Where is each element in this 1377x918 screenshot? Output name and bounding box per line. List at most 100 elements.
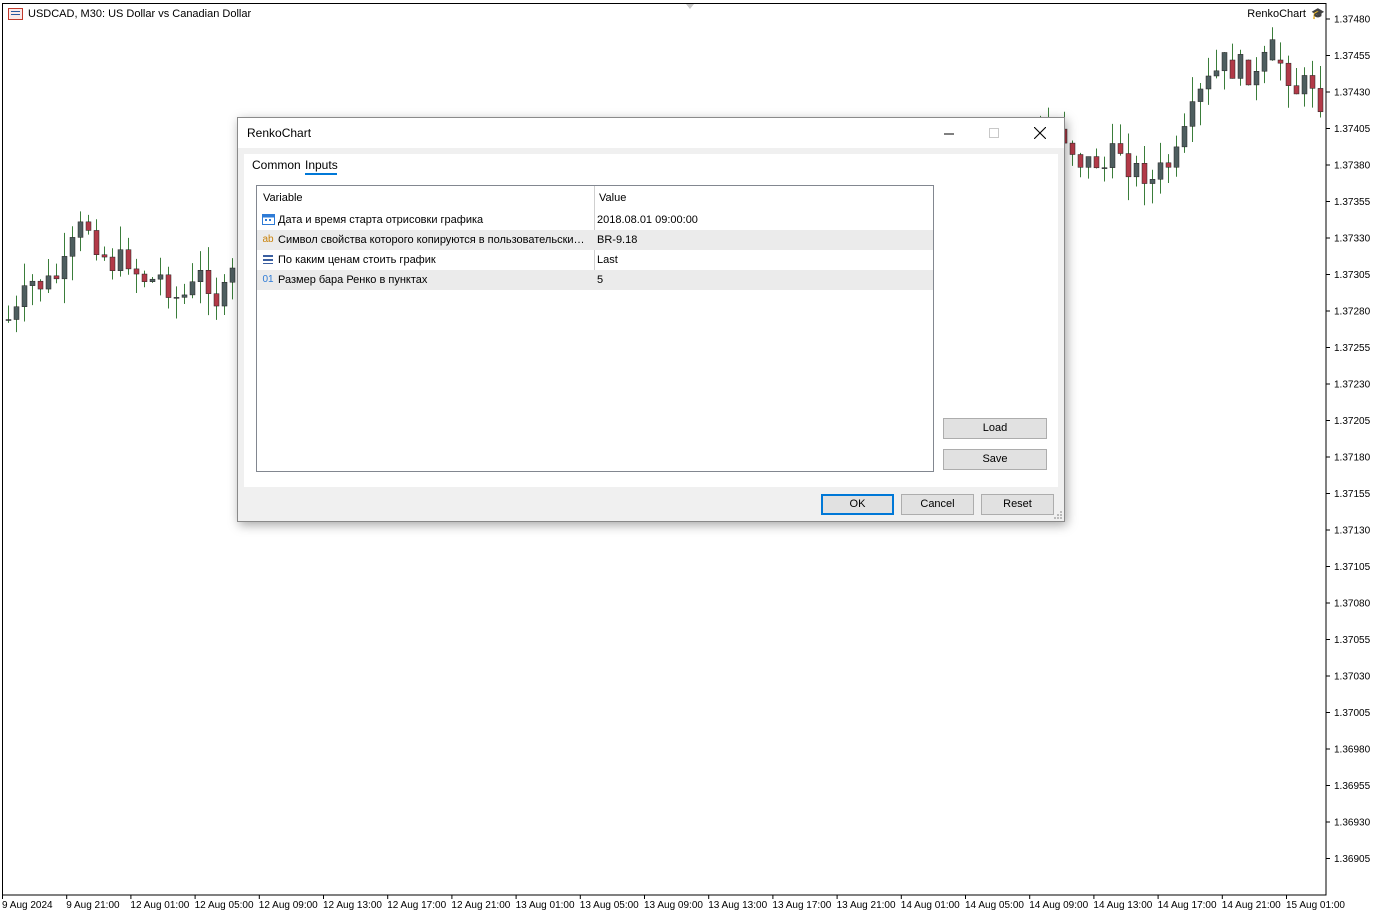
reset-button[interactable]: Reset (981, 494, 1054, 515)
resize-grip-icon[interactable] (1054, 511, 1062, 519)
candle-body (1309, 75, 1316, 89)
price-tick-label: 1.37080 (1334, 599, 1371, 610)
candle-body (165, 274, 172, 298)
candle-body (1173, 146, 1180, 168)
price-tick-label: 1.37380 (1334, 161, 1371, 172)
maximize-icon (989, 127, 999, 138)
time-tick-label: 14 Aug 01:00 (901, 900, 960, 911)
price-tick-label: 1.37330 (1334, 234, 1371, 245)
time-tick-label: 13 Aug 01:00 (516, 900, 575, 911)
candle-body (157, 274, 164, 280)
price-tick-label: 1.37205 (1334, 416, 1371, 427)
variable-cell: Дата и время старта отрисовки графика (278, 214, 484, 226)
time-tick-label: 13 Aug 13:00 (708, 900, 767, 911)
minimize-button[interactable] (927, 118, 972, 148)
candle-body (1165, 162, 1172, 168)
price-tick-label: 1.37280 (1334, 307, 1371, 318)
dialog-titlebar[interactable]: RenkoChart (238, 118, 1064, 148)
candle-body (181, 294, 188, 298)
candle-body (1085, 156, 1092, 168)
candle-body (69, 237, 76, 257)
column-header-variable[interactable]: Variable (263, 192, 303, 204)
time-tick-label: 13 Aug 17:00 (772, 900, 831, 911)
table-row[interactable]: Дата и время старта отрисовки графика 20… (257, 210, 933, 230)
candle-body (117, 249, 124, 271)
shift-marker-icon (686, 4, 694, 9)
renko-settings-dialog: RenkoChart Common Inputs Variable Value … (237, 117, 1065, 522)
integer-icon: 01 (262, 274, 274, 285)
indicator-name: RenkoChart (1247, 8, 1306, 20)
table-row[interactable]: ab Символ свойства которого копируются в… (257, 230, 933, 250)
candle-body (1277, 59, 1284, 64)
close-icon (1033, 127, 1046, 139)
value-cell[interactable]: 2018.08.01 09:00:00 (597, 214, 698, 226)
time-tick-label: 14 Aug 09:00 (1029, 900, 1088, 911)
ok-button[interactable]: OK (821, 494, 894, 515)
candle-body (173, 297, 180, 299)
save-button[interactable]: Save (943, 449, 1047, 470)
candle-body (1181, 126, 1188, 148)
dialog-title: RenkoChart (247, 126, 312, 140)
time-tick-label: 13 Aug 05:00 (580, 900, 639, 911)
time-tick-label: 14 Aug 05:00 (965, 900, 1024, 911)
price-tick-label: 1.37030 (1334, 672, 1371, 683)
time-tick-label: 14 Aug 17:00 (1158, 900, 1217, 911)
variable-cell: По каким ценам стоить график (278, 254, 436, 266)
candle-body (1197, 88, 1204, 102)
candle-body (1317, 88, 1324, 113)
candle-body (85, 221, 92, 231)
candle-body (141, 273, 148, 282)
column-header-value[interactable]: Value (599, 192, 626, 204)
graduation-cap-icon: 🎓 (1311, 8, 1325, 20)
time-tick-label: 9 Aug 21:00 (66, 900, 120, 911)
time-tick-label: 12 Aug 21:00 (451, 900, 510, 911)
time-tick-label: 13 Aug 21:00 (837, 900, 896, 911)
cancel-button[interactable]: Cancel (901, 494, 974, 515)
candle-body (133, 268, 140, 275)
candle-body (21, 285, 28, 307)
price-tick-label: 1.37255 (1334, 343, 1371, 354)
candle-body (1261, 51, 1268, 72)
candle-body (205, 269, 212, 294)
time-tick-label: 12 Aug 01:00 (130, 900, 189, 911)
maximize-button (972, 118, 1017, 148)
price-tick-label: 1.37005 (1334, 708, 1371, 719)
time-tick-label: 9 Aug 2024 (2, 900, 53, 911)
table-row[interactable]: 01 Размер бара Ренко в пунктах 5 (257, 270, 933, 290)
candle-body (29, 280, 36, 286)
value-cell[interactable]: BR-9.18 (597, 234, 637, 246)
candle-body (1301, 75, 1308, 95)
candle-body (197, 269, 204, 282)
candle-body (1157, 162, 1164, 180)
candle-body (109, 256, 116, 271)
candle-body (229, 267, 236, 283)
inputs-table[interactable]: Variable Value Дата и время старта отрис… (256, 185, 934, 472)
candle-body (1229, 59, 1236, 79)
candle-body (1269, 39, 1276, 61)
candle-body (1125, 153, 1132, 178)
candle-body (53, 275, 60, 280)
candle-body (1237, 54, 1244, 79)
string-icon: ab (262, 234, 274, 245)
table-row[interactable]: По каким ценам стоить график Last (257, 250, 933, 270)
candle-body (1101, 167, 1108, 169)
load-button[interactable]: Load (943, 418, 1047, 439)
tab-inputs[interactable]: Inputs (305, 158, 338, 172)
candle-body (37, 280, 44, 290)
value-cell[interactable]: Last (597, 254, 618, 266)
time-tick-label: 14 Aug 21:00 (1222, 900, 1281, 911)
tab-common[interactable]: Common (252, 158, 301, 172)
enum-icon (261, 253, 275, 266)
dialog-tabs: Common Inputs (244, 154, 1058, 176)
candle-body (125, 249, 132, 270)
candle-body (1133, 163, 1140, 178)
price-tick-label: 1.37055 (1334, 635, 1371, 646)
value-cell[interactable]: 5 (597, 274, 603, 286)
price-tick-label: 1.37305 (1334, 270, 1371, 281)
variable-cell: Символ свойства которого копируются в по… (278, 234, 586, 246)
active-tab-indicator (305, 173, 337, 175)
candle-body (1069, 142, 1076, 155)
close-button[interactable] (1017, 118, 1062, 148)
indicator-label[interactable]: RenkoChart 🎓 (1247, 8, 1325, 20)
candle-body (1109, 143, 1116, 168)
